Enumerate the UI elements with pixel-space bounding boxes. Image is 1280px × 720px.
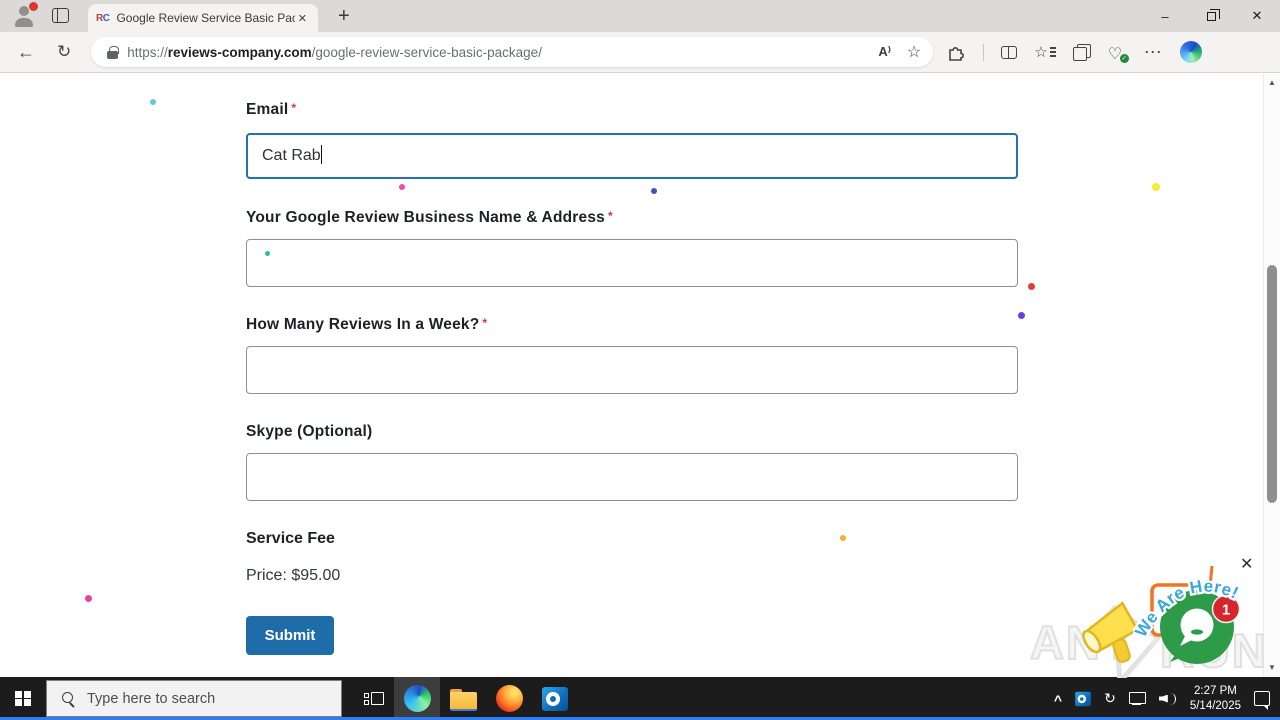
search-icon <box>61 691 76 706</box>
taskbar-outlook-icon[interactable] <box>532 677 578 720</box>
confetti-dot <box>840 535 846 541</box>
tray-outlook-icon[interactable] <box>1075 691 1091 705</box>
essentials-check-badge: ✓ <box>1120 54 1129 63</box>
tray-chevron-icon[interactable]: ^ <box>1054 692 1062 708</box>
start-button[interactable] <box>0 677 46 720</box>
confetti-dot <box>1018 312 1025 319</box>
favorites-lines <box>1050 47 1056 57</box>
split-screen-icon[interactable] <box>1001 46 1017 59</box>
email-value: Cat Rab <box>248 147 321 164</box>
task-view-button[interactable] <box>354 677 394 720</box>
outlook-logo <box>542 687 568 711</box>
restore-button[interactable] <box>1188 0 1234 32</box>
settings-more-icon[interactable]: ⋯ <box>1144 42 1163 63</box>
window-controls: – ✕ <box>1142 0 1280 32</box>
collections-plus-glyph: + <box>1076 51 1082 62</box>
lock-icon <box>107 46 118 59</box>
collections-icon[interactable]: + <box>1073 44 1091 61</box>
taskbar: Type here to search ^ ↻ 2:27 PM 5/14/202… <box>0 677 1280 720</box>
extensions-icon[interactable] <box>947 43 966 62</box>
browser-toolbar: ← ↻ https://reviews-company.com/google-r… <box>0 32 1280 73</box>
read-aloud-icon[interactable]: A⁾ <box>878 44 891 60</box>
favorites-star-glyph: ☆ <box>1034 43 1047 61</box>
email-input[interactable]: Cat Rab <box>246 133 1018 179</box>
screen: RC Google Review Service Basic Pack ✕ + … <box>0 0 1280 720</box>
required-marker: * <box>608 209 613 223</box>
avatar-body <box>15 18 33 27</box>
system-tray: ^ ↻ 2:27 PM 5/14/2025 <box>1054 684 1280 714</box>
confetti-dot <box>150 99 156 105</box>
taskbar-search[interactable]: Type here to search <box>46 680 342 717</box>
svg-text:We Are Here!: We Are Here! <box>1133 577 1242 641</box>
clock-time: 2:27 PM <box>1190 684 1241 699</box>
network-icon[interactable] <box>1129 692 1146 705</box>
restore-icon <box>1207 12 1216 21</box>
browser-essentials-icon[interactable]: ♡ ✓ <box>1108 44 1127 61</box>
copilot-icon[interactable] <box>1180 41 1202 63</box>
tab-actions-icon[interactable] <box>52 8 69 23</box>
page-content: Email* Cat Rab Your Google Review Busine… <box>0 74 1280 678</box>
widget-close-icon[interactable]: ✕ <box>1238 552 1255 576</box>
service-fee-label: Service Fee <box>246 530 335 548</box>
required-marker: * <box>482 316 487 330</box>
reviews-per-week-label: How Many Reviews In a Week?* <box>246 316 487 334</box>
task-view-window <box>371 692 384 705</box>
firefox-logo <box>496 685 523 712</box>
close-window-button[interactable]: ✕ <box>1234 0 1280 32</box>
taskbar-edge-icon[interactable] <box>394 677 440 720</box>
url-text: https://reviews-company.com/google-revie… <box>127 45 878 60</box>
required-marker: * <box>291 101 296 115</box>
browser-tab[interactable]: RC Google Review Service Basic Pack ✕ <box>88 4 318 32</box>
confetti-dot <box>399 184 405 190</box>
favorite-star-icon[interactable]: ☆ <box>907 42 921 62</box>
volume-icon[interactable] <box>1159 692 1177 706</box>
action-center-icon[interactable] <box>1254 691 1270 706</box>
notification-dot <box>29 2 38 11</box>
confetti-dot <box>651 188 657 194</box>
toolbar-icons: ☆ + ♡ ✓ ⋯ <box>947 41 1201 63</box>
folder-icon <box>450 689 477 709</box>
back-button[interactable]: ← <box>17 42 35 63</box>
address-bar[interactable]: https://reviews-company.com/google-revie… <box>91 37 933 67</box>
tray-sync-icon[interactable]: ↻ <box>1104 690 1116 707</box>
skype-input[interactable] <box>246 453 1018 501</box>
email-label: Email* <box>246 101 296 119</box>
taskbar-firefox-icon[interactable] <box>486 677 532 720</box>
clock-date: 5/14/2025 <box>1190 699 1241 714</box>
confetti-dot <box>85 595 92 602</box>
task-view-thumbnails <box>364 693 369 705</box>
new-tab-button[interactable]: + <box>332 3 356 30</box>
tab-close-icon[interactable]: ✕ <box>295 10 310 27</box>
minimize-button[interactable]: – <box>1142 0 1188 32</box>
taskbar-clock[interactable]: 2:27 PM 5/14/2025 <box>1190 684 1241 714</box>
confetti-dot <box>1152 183 1160 191</box>
skype-label: Skype (Optional) <box>246 423 372 441</box>
toolbar-divider <box>983 44 984 61</box>
confetti-dot <box>265 251 270 256</box>
search-placeholder: Type here to search <box>87 691 215 707</box>
business-name-label: Your Google Review Business Name & Addre… <box>246 209 613 227</box>
tab-title: Google Review Service Basic Pack <box>116 11 294 25</box>
refresh-button[interactable]: ↻ <box>57 42 71 62</box>
windows-logo-icon <box>15 691 31 707</box>
business-name-input[interactable] <box>246 239 1018 287</box>
avatar-head <box>19 6 29 16</box>
edge-logo <box>404 685 431 712</box>
favorites-icon[interactable]: ☆ <box>1034 43 1055 61</box>
browser-titlebar: RC Google Review Service Basic Pack ✕ + … <box>0 0 1280 32</box>
taskbar-explorer-icon[interactable] <box>440 677 486 720</box>
submit-button[interactable]: Submit <box>246 616 334 655</box>
site-favicon: RC <box>96 13 109 24</box>
confetti-dot <box>1028 283 1035 290</box>
profile-avatar[interactable] <box>12 4 36 28</box>
reviews-per-week-input[interactable] <box>246 346 1018 394</box>
scrollbar-thumb[interactable] <box>1267 265 1277 503</box>
price-text: Price: $95.00 <box>246 567 340 585</box>
text-caret <box>321 145 323 164</box>
scroll-up-arrow[interactable]: ▲ <box>1264 78 1280 87</box>
